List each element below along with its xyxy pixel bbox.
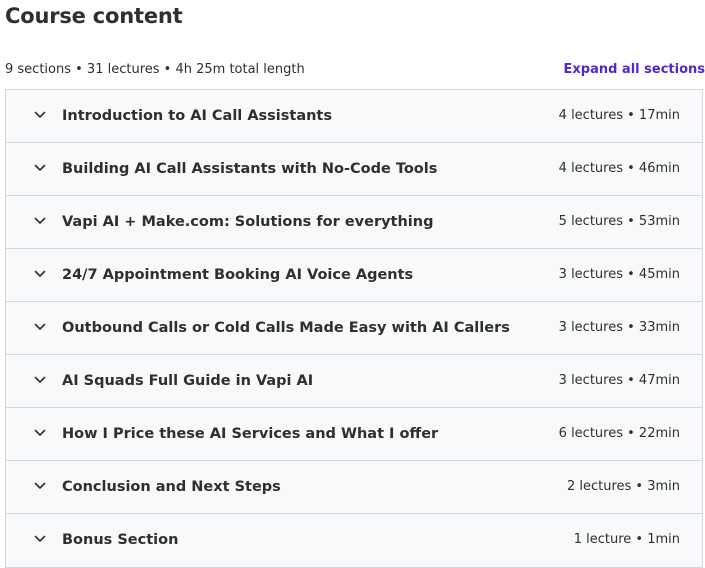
section-item[interactable]: How I Price these AI Services and What I… xyxy=(6,408,702,461)
section-title: Introduction to AI Call Assistants xyxy=(62,90,332,142)
section-meta: 3 lectures • 33min xyxy=(559,302,680,354)
section-item[interactable]: Introduction to AI Call Assistants 4 lect… xyxy=(6,90,702,143)
section-meta: 4 lectures • 17min xyxy=(559,90,680,142)
section-meta: 6 lectures • 22min xyxy=(559,408,680,460)
section-title: Vapi AI + Make.com: Solutions for everyt… xyxy=(62,196,433,248)
section-title: Outbound Calls or Cold Calls Made Easy w… xyxy=(62,302,510,354)
section-item[interactable]: Vapi AI + Make.com: Solutions for everyt… xyxy=(6,196,702,249)
section-title: AI Squads Full Guide in Vapi AI xyxy=(62,355,313,407)
section-item[interactable]: Conclusion and Next Steps 2 lectures • 3m… xyxy=(6,461,702,514)
section-list: Introduction to AI Call Assistants 4 lect… xyxy=(5,89,703,568)
chevron-down-icon xyxy=(34,535,46,543)
chevron-down-icon xyxy=(34,217,46,225)
section-meta: 3 lectures • 45min xyxy=(559,249,680,301)
page-title: Course content xyxy=(5,4,183,28)
section-title: How I Price these AI Services and What I… xyxy=(62,408,438,460)
chevron-down-icon xyxy=(34,429,46,437)
section-item[interactable]: Bonus Section 1 lecture • 1min xyxy=(6,514,702,567)
course-meta-row: 9 sections • 31 lectures • 4h 25m total … xyxy=(5,60,705,80)
chevron-down-icon xyxy=(34,376,46,384)
chevron-down-icon xyxy=(34,164,46,172)
chevron-down-icon xyxy=(34,111,46,119)
section-meta: 1 lecture • 1min xyxy=(574,514,680,566)
section-item[interactable]: AI Squads Full Guide in Vapi AI 3 lecture… xyxy=(6,355,702,408)
chevron-down-icon xyxy=(34,323,46,331)
section-meta: 4 lectures • 46min xyxy=(559,143,680,195)
chevron-down-icon xyxy=(34,270,46,278)
expand-all-sections-button[interactable]: Expand all sections xyxy=(564,60,705,80)
section-meta: 3 lectures • 47min xyxy=(559,355,680,407)
course-summary: 9 sections • 31 lectures • 4h 25m total … xyxy=(5,60,305,80)
section-title: Bonus Section xyxy=(62,514,178,566)
section-item[interactable]: Outbound Calls or Cold Calls Made Easy w… xyxy=(6,302,702,355)
section-meta: 2 lectures • 3min xyxy=(567,461,680,513)
chevron-down-icon xyxy=(34,482,46,490)
section-meta: 5 lectures • 53min xyxy=(559,196,680,248)
section-item[interactable]: 24/7 Appointment Booking AI Voice Agents… xyxy=(6,249,702,302)
section-title: 24/7 Appointment Booking AI Voice Agents xyxy=(62,249,413,301)
section-item[interactable]: Building AI Call Assistants with No-Code… xyxy=(6,143,702,196)
section-title: Building AI Call Assistants with No-Code… xyxy=(62,143,437,195)
section-title: Conclusion and Next Steps xyxy=(62,461,281,513)
